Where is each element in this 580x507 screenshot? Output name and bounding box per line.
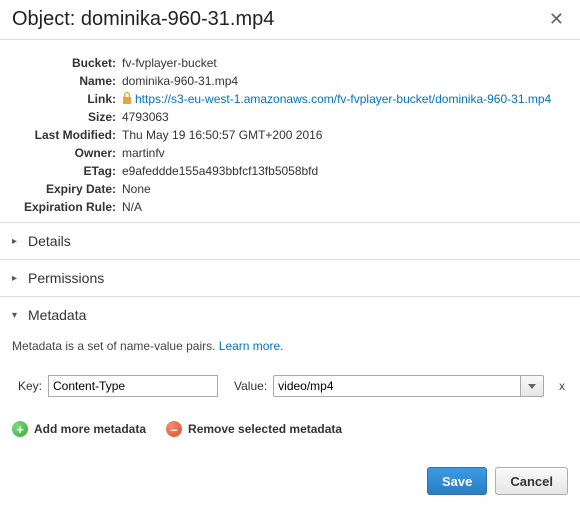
key-label: Key: bbox=[18, 379, 42, 393]
metadata-value-input[interactable] bbox=[273, 375, 520, 397]
expiry-value: None bbox=[122, 180, 568, 198]
object-name: dominika-960-31.mp4 bbox=[81, 8, 274, 30]
section-permissions-label: Permissions bbox=[28, 270, 104, 286]
page-title: Object: dominika-960-31.mp4 bbox=[12, 8, 274, 31]
properties-block: Bucket: fv-fvplayer-bucket Name: dominik… bbox=[0, 40, 580, 222]
name-label: Name: bbox=[12, 72, 122, 90]
metadata-description: Metadata is a set of name-value pairs. L… bbox=[12, 339, 568, 353]
cancel-button[interactable]: Cancel bbox=[495, 467, 568, 495]
name-value: dominika-960-31.mp4 bbox=[122, 72, 568, 90]
chevron-right-icon: ▸ bbox=[12, 236, 22, 247]
save-button[interactable]: Save bbox=[427, 467, 487, 495]
metadata-value-dropdown[interactable] bbox=[520, 375, 544, 397]
section-details[interactable]: ▸ Details bbox=[0, 223, 580, 259]
etag-value: e9afeddde155a493bbfcf13fb5058bfd bbox=[122, 162, 568, 180]
object-link[interactable]: https://s3-eu-west-1.amazonaws.com/fv-fv… bbox=[135, 92, 551, 106]
metadata-key-input[interactable] bbox=[48, 375, 218, 397]
last-modified-value: Thu May 19 16:50:57 GMT+200 2016 bbox=[122, 126, 568, 144]
minus-icon: – bbox=[166, 421, 182, 437]
plus-icon: + bbox=[12, 421, 28, 437]
expiration-value: N/A bbox=[122, 198, 568, 216]
size-value: 4793063 bbox=[122, 108, 568, 126]
last-modified-label: Last Modified: bbox=[12, 126, 122, 144]
metadata-row: Key: Value: x bbox=[12, 369, 568, 415]
value-label: Value: bbox=[234, 379, 267, 393]
section-metadata[interactable]: ▾ Metadata bbox=[0, 297, 580, 333]
add-metadata-label: Add more metadata bbox=[34, 422, 146, 436]
chevron-down-icon bbox=[528, 384, 536, 389]
remove-metadata-button[interactable]: – Remove selected metadata bbox=[166, 421, 342, 437]
lock-icon bbox=[122, 91, 132, 103]
remove-metadata-label: Remove selected metadata bbox=[188, 422, 342, 436]
expiration-label: Expiration Rule: bbox=[12, 198, 122, 216]
close-icon[interactable]: ✕ bbox=[545, 9, 568, 30]
size-label: Size: bbox=[12, 108, 122, 126]
section-permissions[interactable]: ▸ Permissions bbox=[0, 260, 580, 296]
link-label: Link: bbox=[12, 90, 122, 108]
owner-value: martinfv bbox=[122, 144, 568, 162]
learn-more-link[interactable]: Learn more bbox=[219, 339, 280, 353]
chevron-down-icon: ▾ bbox=[12, 310, 22, 321]
chevron-right-icon: ▸ bbox=[12, 273, 22, 284]
etag-label: ETag: bbox=[12, 162, 122, 180]
section-details-label: Details bbox=[28, 233, 71, 249]
bucket-label: Bucket: bbox=[12, 54, 122, 72]
section-metadata-label: Metadata bbox=[28, 307, 86, 323]
expiry-label: Expiry Date: bbox=[12, 180, 122, 198]
title-prefix: Object: bbox=[12, 8, 81, 30]
bucket-value: fv-fvplayer-bucket bbox=[122, 54, 568, 72]
add-metadata-button[interactable]: + Add more metadata bbox=[12, 421, 146, 437]
owner-label: Owner: bbox=[12, 144, 122, 162]
remove-row-button[interactable]: x bbox=[550, 379, 568, 393]
